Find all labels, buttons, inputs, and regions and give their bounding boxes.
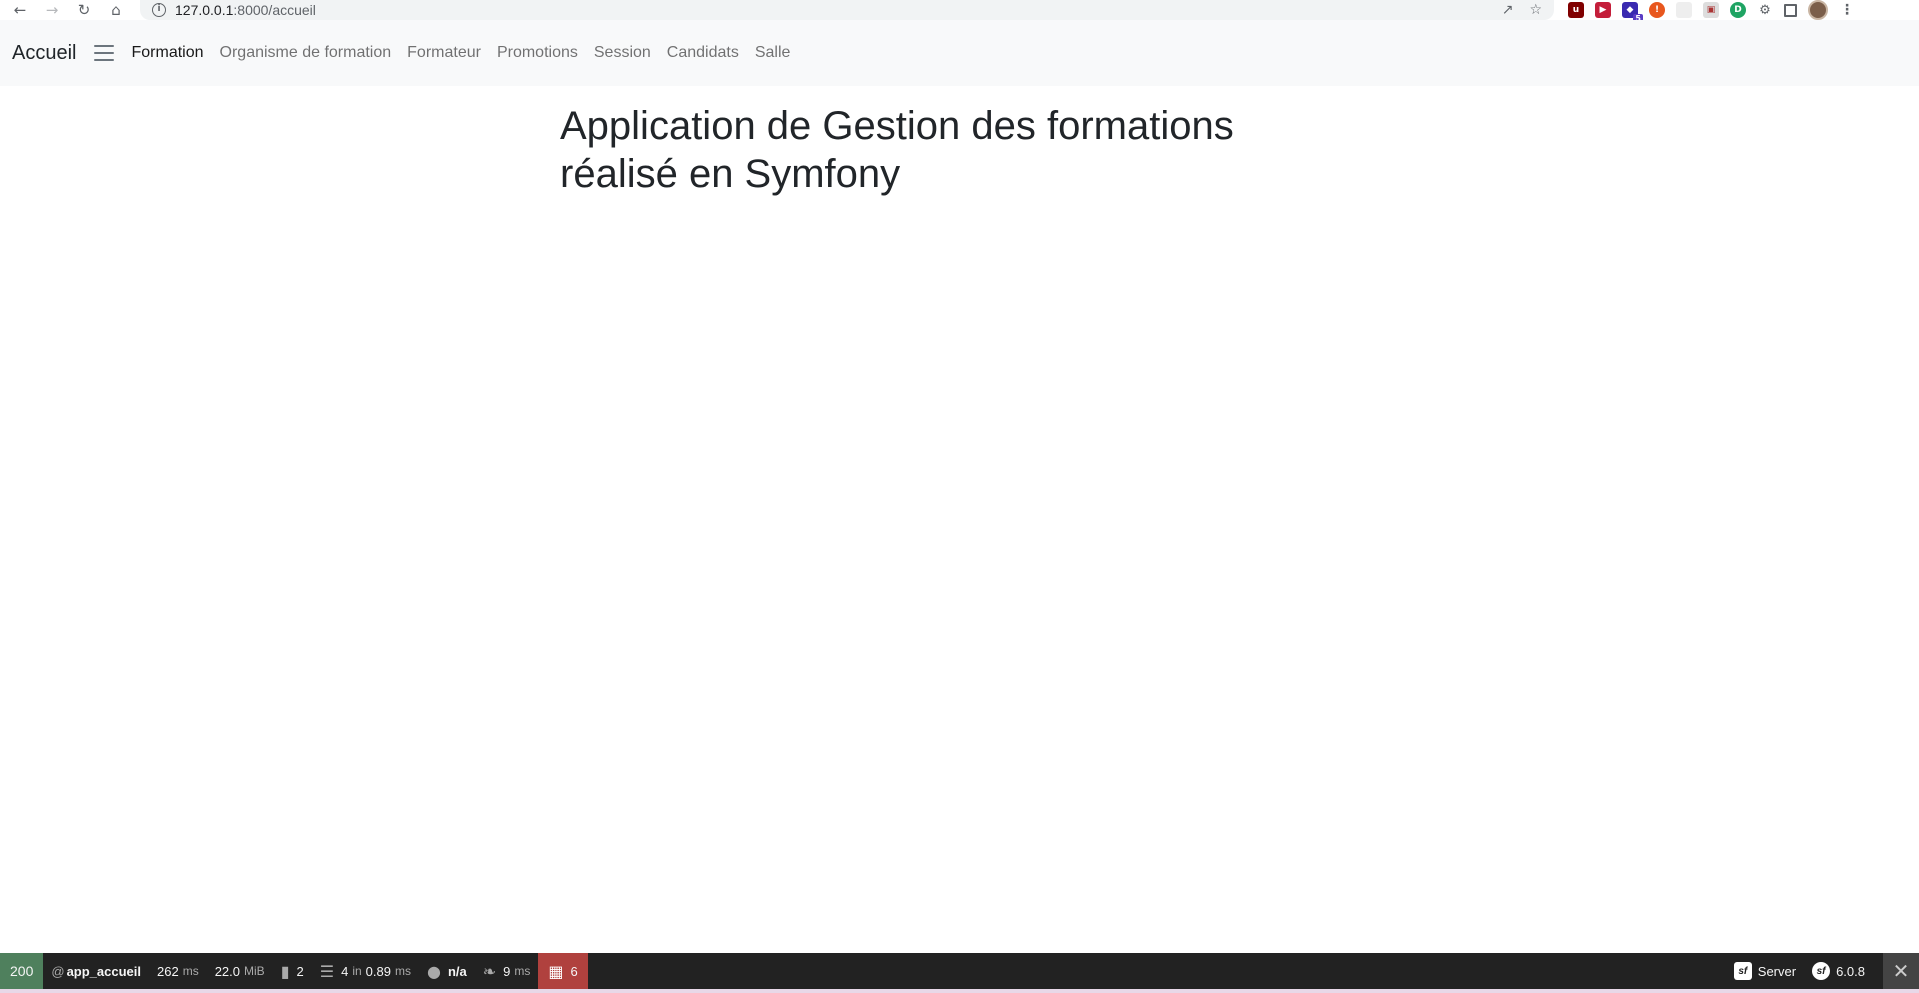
- user-icon: ●: [426, 961, 441, 981]
- nav-link-promotions[interactable]: Promotions: [489, 44, 586, 62]
- status-code-badge[interactable]: 200: [0, 953, 44, 989]
- navbar-brand[interactable]: Accueil: [12, 42, 76, 65]
- server-block[interactable]: sf Server: [1726, 953, 1804, 989]
- route-prefix: @: [51, 963, 65, 979]
- user-value: n/a: [447, 963, 467, 979]
- home-icon[interactable]: ⌂: [104, 0, 128, 20]
- side-panel-icon[interactable]: [1784, 3, 1797, 17]
- menu-icon[interactable]: ⋮: [1839, 2, 1855, 18]
- nav-link-organisme[interactable]: Organisme de formation: [212, 44, 400, 62]
- translation-icon: ▦: [548, 961, 564, 981]
- twig-block[interactable]: ❧ 9 ms: [475, 953, 539, 989]
- extension-image-icon[interactable]: ▣: [1703, 2, 1719, 18]
- forward-icon[interactable]: →: [40, 0, 64, 20]
- back-icon[interactable]: ←: [8, 0, 32, 20]
- profile-avatar[interactable]: [1808, 0, 1828, 20]
- nav-link-formation[interactable]: Formation: [123, 44, 211, 62]
- cache-block[interactable]: ☰ 4 in 0.89 ms: [312, 953, 419, 989]
- extension-green-icon[interactable]: D: [1730, 2, 1746, 18]
- twig-time: 9: [503, 963, 511, 979]
- twig-icon: ❧: [482, 961, 497, 981]
- logs-block[interactable]: ▮ 2: [273, 953, 312, 989]
- nav-links: Formation Organisme de formation Formate…: [123, 44, 798, 62]
- url-path: :8000/accueil: [233, 2, 316, 18]
- star-icon[interactable]: ☆: [1529, 2, 1542, 18]
- reload-icon[interactable]: ↻: [72, 0, 96, 20]
- nav-link-formateur[interactable]: Formateur: [399, 44, 489, 62]
- errors-block[interactable]: ▦ 6: [538, 953, 588, 989]
- extensions-bar: u ▶ ◆ 5 ! ▣ D ⚙ ⋮: [1568, 0, 1855, 23]
- nav-link-salle[interactable]: Salle: [747, 44, 799, 62]
- twig-unit: ms: [514, 964, 531, 978]
- security-block[interactable]: ● n/a: [419, 953, 475, 989]
- errors-count: 6: [570, 963, 578, 979]
- memory-block[interactable]: 22.0 MiB: [207, 953, 273, 989]
- layers-icon: ☰: [319, 961, 335, 981]
- extension-purple-icon[interactable]: ◆ 5: [1622, 2, 1643, 23]
- extension-blank-icon[interactable]: [1676, 2, 1692, 18]
- extension-red-icon[interactable]: ▶: [1595, 2, 1611, 18]
- route-name: app_accueil: [66, 963, 141, 979]
- toolbar-bottom-strip: [0, 989, 1919, 993]
- url-host: 127.0.0.1: [175, 2, 234, 18]
- cache-unit: ms: [394, 964, 411, 978]
- symfony-logo-icon: sf: [1812, 962, 1831, 980]
- memory-unit: MiB: [244, 964, 265, 978]
- server-label: Server: [1757, 963, 1797, 979]
- extensions-icon[interactable]: ⚙: [1757, 2, 1773, 18]
- cache-in: in: [352, 964, 362, 978]
- url-text[interactable]: 127.0.0.1:8000/accueil: [175, 2, 316, 18]
- page-title: Application de Gestion des formations ré…: [560, 104, 1234, 196]
- nav-link-session[interactable]: Session: [586, 44, 659, 62]
- time-value: 262: [157, 963, 179, 979]
- memory-value: 22.0: [214, 963, 241, 979]
- logs-icon: ▮: [280, 961, 290, 981]
- cache-calls: 4: [341, 963, 349, 979]
- logs-count: 2: [296, 963, 304, 979]
- cache-time: 0.89: [365, 963, 391, 979]
- extension-orange-icon[interactable]: !: [1649, 2, 1665, 18]
- route-block[interactable]: @ app_accueil: [43, 953, 149, 989]
- time-unit: ms: [182, 964, 199, 978]
- close-icon[interactable]: ✕: [1883, 953, 1919, 989]
- browser-toolbar: ← → ↻ ⌂ i 127.0.0.1:8000/accueil ↗ ☆ u ▶…: [0, 0, 1919, 23]
- hamburger-menu-icon[interactable]: [94, 45, 115, 61]
- address-bar[interactable]: i 127.0.0.1:8000/accueil ↗ ☆: [140, 0, 1554, 20]
- version-block[interactable]: sf 6.0.8: [1804, 953, 1873, 989]
- info-icon[interactable]: i: [152, 3, 166, 17]
- share-icon[interactable]: ↗: [1502, 2, 1514, 18]
- symfony-debug-toolbar: 200 @ app_accueil 262 ms 22.0 MiB ▮ 2 ☰ …: [0, 953, 1919, 989]
- time-block[interactable]: 262 ms: [149, 953, 207, 989]
- symfony-version: 6.0.8: [1836, 963, 1865, 979]
- symfony-cli-icon: sf: [1733, 962, 1752, 980]
- nav-link-candidats[interactable]: Candidats: [659, 44, 747, 62]
- app-navbar: Accueil Formation Organisme de formation…: [0, 20, 1919, 86]
- ublock-icon[interactable]: u: [1568, 2, 1584, 18]
